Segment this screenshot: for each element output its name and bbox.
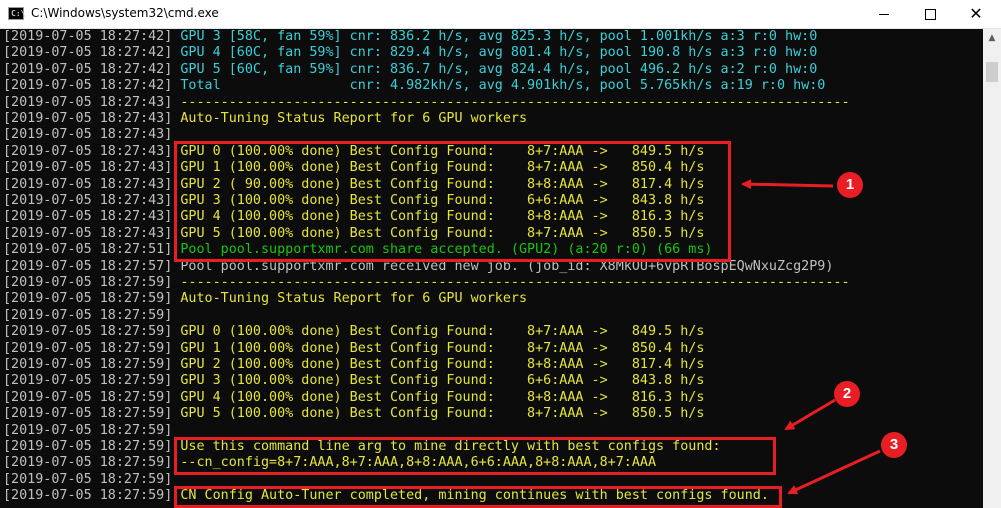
highlight-box-best-configs: [174, 141, 731, 262]
highlight-box-completed: [174, 486, 782, 508]
timestamp: [2019-07-05 18:27:43]: [3, 160, 173, 176]
minimize-icon: [879, 14, 889, 15]
console-line: [2019-07-05 18:27:43] ------------------…: [3, 95, 850, 111]
minimize-button[interactable]: [861, 0, 907, 28]
console-line: [2019-07-05 18:27:59]: [3, 472, 172, 488]
window-title: C:\Windows\system32\cmd.exe: [31, 6, 219, 20]
console-line: [2019-07-05 18:27:59]: [3, 308, 172, 324]
timestamp: [2019-07-05 18:27:59]: [3, 471, 173, 487]
console-line: [2019-07-05 18:27:43]: [3, 127, 172, 143]
gpu-config-result: GPU 4 (100.00% done) Best Config Found: …: [172, 389, 705, 405]
timestamp: [2019-07-05 18:27:59]: [3, 488, 173, 504]
timestamp: [2019-07-05 18:27:42]: [3, 45, 173, 61]
console-line: [2019-07-05 18:27:42] GPU 5 [60C, fan 59…: [3, 62, 817, 78]
maximize-icon: [924, 9, 936, 20]
timestamp: [2019-07-05 18:27:42]: [3, 29, 173, 44]
close-button[interactable]: ✕: [953, 0, 999, 28]
gpu-config-result: GPU 3 (100.00% done) Best Config Found: …: [172, 373, 705, 389]
report-heading: Auto-Tuning Status Report for 6 GPU work…: [172, 291, 528, 307]
timestamp: [2019-07-05 18:27:59]: [3, 275, 173, 290]
timestamp: [2019-07-05 18:27:43]: [3, 94, 173, 110]
gpu-config-result: GPU 0 (100.00% done) Best Config Found: …: [172, 324, 705, 340]
gpu-config-result: GPU 1 (100.00% done) Best Config Found: …: [172, 340, 705, 356]
console-line: [2019-07-05 18:27:59]: [3, 423, 172, 439]
timestamp: [2019-07-05 18:27:43]: [3, 209, 173, 225]
timestamp: [2019-07-05 18:27:59]: [3, 439, 173, 454]
console-line: [2019-07-05 18:27:59] Auto-Tuning Status…: [3, 291, 527, 307]
console-line: [2019-07-05 18:27:42] GPU 4 [60C, fan 59…: [3, 45, 817, 61]
annotation-badge-3: 3: [881, 432, 907, 458]
separator-line: ----------------------------------------…: [172, 94, 850, 110]
close-icon: ✕: [969, 4, 983, 23]
timestamp: [2019-07-05 18:27:42]: [3, 78, 173, 94]
maximize-button[interactable]: [907, 0, 953, 28]
scroll-up-arrow-icon[interactable]: ▲: [983, 29, 1001, 47]
console-line: [2019-07-05 18:27:59] GPU 5 (100.00% don…: [3, 406, 704, 422]
timestamp: [2019-07-05 18:27:59]: [3, 357, 173, 372]
timestamp: [2019-07-05 18:27:59]: [3, 307, 173, 323]
separator-line: ----------------------------------------…: [172, 275, 850, 290]
timestamp: [2019-07-05 18:27:59]: [3, 422, 173, 438]
vertical-scrollbar[interactable]: ▲: [983, 29, 1001, 508]
console-line: [2019-07-05 18:27:59] GPU 2 (100.00% don…: [3, 357, 704, 373]
console-line: [2019-07-05 18:27:59] GPU 3 (100.00% don…: [3, 373, 704, 389]
timestamp: [2019-07-05 18:27:43]: [3, 176, 173, 192]
annotation-badge-1: 1: [837, 172, 863, 198]
timestamp: [2019-07-05 18:27:43]: [3, 143, 173, 159]
timestamp: [2019-07-05 18:27:59]: [3, 455, 173, 471]
console-line: [2019-07-05 18:27:59] GPU 4 (100.00% don…: [3, 390, 704, 406]
timestamp: [2019-07-05 18:27:59]: [3, 291, 173, 307]
timestamp: [2019-07-05 18:27:43]: [3, 127, 173, 143]
log-message: GPU 3 [58C, fan 59%] cnr: 836.2 h/s, avg…: [172, 29, 818, 44]
console-line: [2019-07-05 18:27:43] Auto-Tuning Status…: [3, 111, 527, 127]
timestamp: [2019-07-05 18:27:43]: [3, 225, 173, 241]
timestamp: [2019-07-05 18:27:51]: [3, 242, 173, 258]
console-line: [2019-07-05 18:27:59] ------------------…: [3, 275, 850, 291]
timestamp: [2019-07-05 18:27:59]: [3, 373, 173, 389]
cmd-app-icon: C:\: [8, 7, 25, 20]
report-heading: Auto-Tuning Status Report for 6 GPU work…: [172, 111, 528, 126]
annotation-badge-2: 2: [834, 381, 860, 407]
console-line: [2019-07-05 18:27:42] Total cnr: 4.982kh…: [3, 78, 825, 94]
log-message: Total cnr: 4.982kh/s, avg 4.901kh/s, poo…: [172, 78, 826, 94]
highlight-box-command-arg: [174, 437, 776, 475]
timestamp: [2019-07-05 18:27:42]: [3, 61, 173, 77]
gpu-config-result: GPU 5 (100.00% done) Best Config Found: …: [172, 406, 705, 422]
timestamp: [2019-07-05 18:27:57]: [3, 258, 173, 274]
gpu-config-result: GPU 2 (100.00% done) Best Config Found: …: [172, 357, 705, 372]
title-bar: C:\ C:\Windows\system32\cmd.exe ✕: [0, 0, 1001, 29]
console-line: [2019-07-05 18:27:42] GPU 3 [58C, fan 59…: [3, 29, 817, 45]
timestamp: [2019-07-05 18:27:59]: [3, 324, 173, 340]
timestamp: [2019-07-05 18:27:43]: [3, 111, 173, 126]
timestamp: [2019-07-05 18:27:59]: [3, 340, 173, 356]
timestamp: [2019-07-05 18:27:59]: [3, 406, 173, 422]
console-line: [2019-07-05 18:27:59] GPU 0 (100.00% don…: [3, 324, 704, 340]
timestamp: [2019-07-05 18:27:59]: [3, 389, 173, 405]
timestamp: [2019-07-05 18:27:43]: [3, 193, 173, 208]
console-line: [2019-07-05 18:27:59] GPU 1 (100.00% don…: [3, 341, 704, 357]
log-message: GPU 5 [60C, fan 59%] cnr: 836.7 h/s, avg…: [172, 61, 818, 77]
log-message: GPU 4 [60C, fan 59%] cnr: 829.4 h/s, avg…: [172, 45, 818, 61]
scroll-thumb[interactable]: [986, 62, 998, 82]
